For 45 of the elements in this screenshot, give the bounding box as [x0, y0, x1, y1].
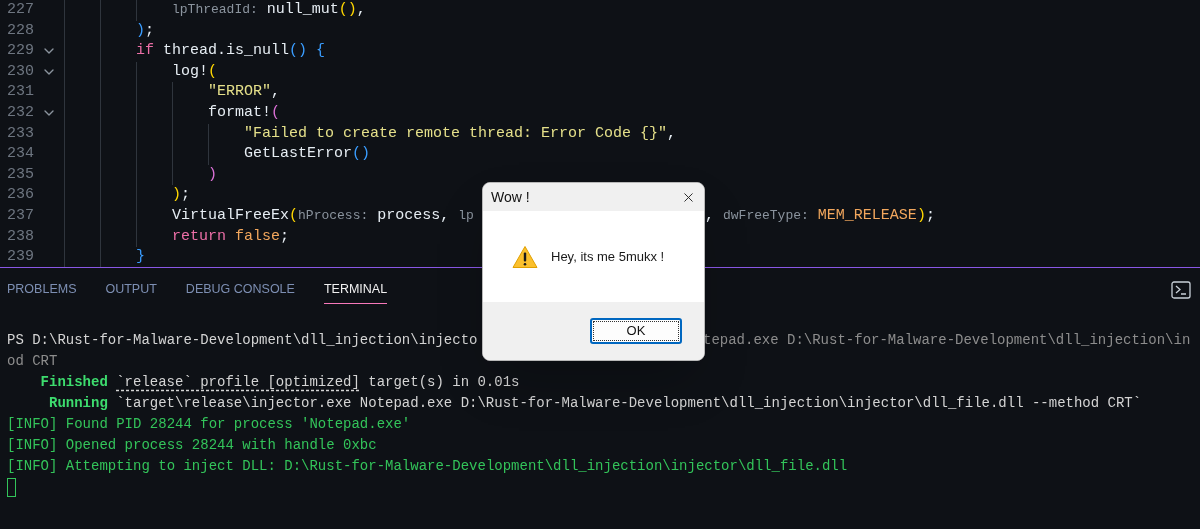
code-line: log!( — [172, 61, 218, 82]
terminal-line: tepad.exe D:\Rust-for-Malware-Development\dll_injection\in — [703, 331, 1191, 350]
terminal-line: Finished `release` profile [optimized] target(s) in 0.01s — [39, 373, 520, 392]
line-number: 239 — [6, 247, 34, 267]
panel-tab[interactable]: OUTPUT — [105, 276, 157, 304]
code-line: return false; — [172, 226, 290, 247]
panel-tab[interactable]: PROBLEMS — [7, 276, 77, 304]
dialog-title: Wow ! — [491, 187, 530, 207]
line-number: 229 — [6, 41, 34, 62]
code-line: , dwFreeType: MEM_RELEASE); — [705, 205, 935, 226]
terminal-line: Running `target\release\injector.exe Notepad.exe D:\Rust-for-Malware-Development\dll_injection\injector\dll_file.dll --method CRT` — [48, 394, 1142, 413]
line-number: 234 — [6, 144, 34, 165]
code-line: lpThreadId: null_mut(), — [172, 0, 366, 20]
terminal-line: [INFO] Attempting to inject DLL: D:\Rust-for-Malware-Development\dll_injection\injector\dll_file.dll — [7, 457, 848, 476]
warning-icon — [512, 244, 538, 269]
code-line: "ERROR", — [208, 82, 281, 103]
ok-button[interactable]: OK — [590, 318, 682, 344]
code-line: } — [136, 247, 145, 267]
code-line: "Failed to create remote thread: Error Code {}", — [244, 123, 677, 144]
terminal-icon[interactable] — [1171, 281, 1191, 299]
line-number: 228 — [6, 20, 34, 41]
code-line: VirtualFreeEx(hProcess: process, lp — [172, 205, 474, 226]
code-line: if thread.is_null() { — [136, 41, 326, 62]
terminal-cursor — [7, 478, 16, 497]
panel-tab[interactable]: TERMINAL — [323, 276, 388, 304]
code-line: GetLastError() — [244, 144, 371, 165]
line-number: 232 — [6, 102, 34, 123]
line-number: 227 — [6, 0, 34, 20]
line-number: 233 — [6, 123, 34, 144]
dialog-message: Hey, its me 5mukx ! — [551, 247, 665, 266]
code-line: format!( — [208, 102, 281, 123]
terminal-line: od CRT — [7, 352, 58, 371]
line-number: 238 — [6, 226, 34, 247]
code-line: ) — [208, 164, 217, 185]
line-number: 237 — [6, 205, 34, 226]
terminal-line: PS D:\Rust-for-Malware-Development\dll_injection\injecto — [7, 331, 478, 350]
panel-tab[interactable]: DEBUG CONSOLE — [185, 276, 295, 304]
terminal-line: [INFO] Found PID 28244 for process 'Notepad.exe' — [7, 415, 411, 434]
code-line: ); — [172, 185, 191, 206]
line-number: 236 — [6, 185, 34, 206]
line-number: 235 — [6, 164, 34, 185]
terminal-line: [INFO] Opened process 28244 with handle 0xbc — [7, 436, 377, 455]
line-number: 231 — [6, 82, 34, 103]
line-number: 230 — [6, 61, 34, 82]
code-line: ); — [136, 20, 155, 41]
